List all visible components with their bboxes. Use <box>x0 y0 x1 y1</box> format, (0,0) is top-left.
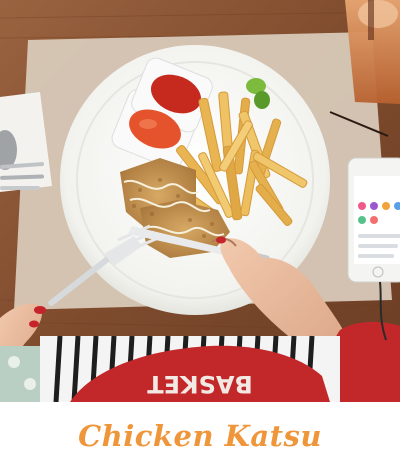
jersey-lettering: BASKET <box>147 370 253 398</box>
photo-card: BASKET Chicken Katsu <box>0 0 400 475</box>
food-photo: BASKET <box>0 0 400 402</box>
floor-pattern <box>0 346 40 402</box>
food-photo-illustration: BASKET <box>0 0 400 402</box>
caption-title: Chicken Katsu <box>78 419 322 453</box>
